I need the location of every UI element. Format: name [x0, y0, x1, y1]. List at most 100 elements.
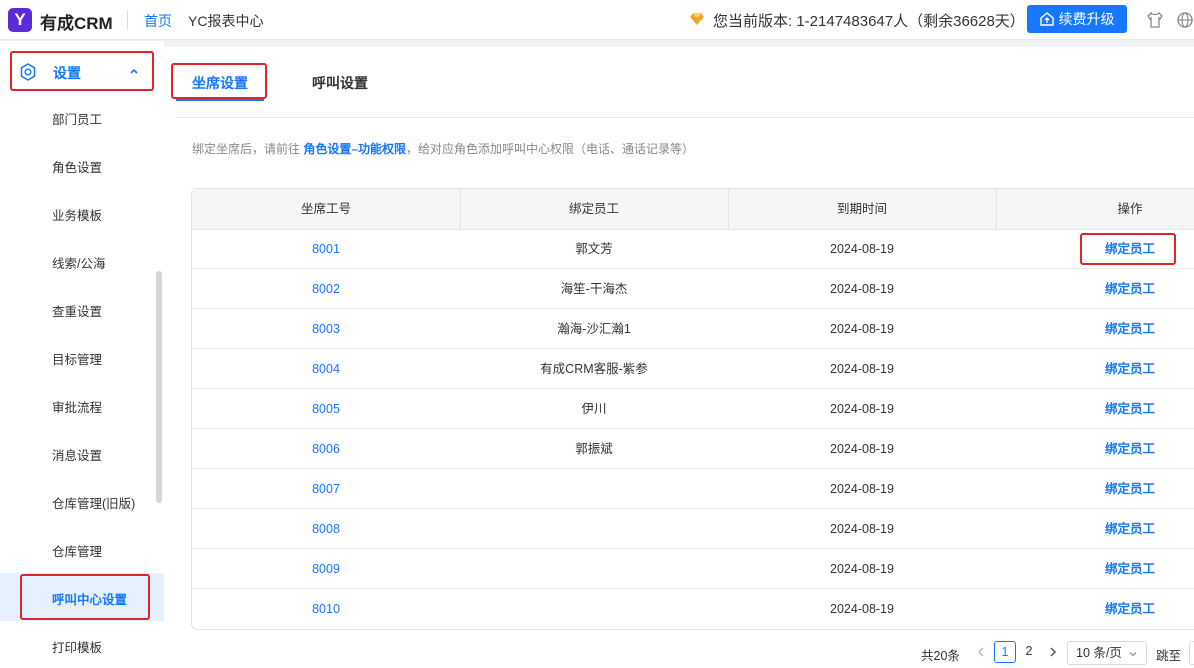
employee-name [460, 509, 728, 549]
bind-employee-link[interactable]: 绑定员工 [996, 589, 1194, 629]
chevron-left-icon[interactable] [974, 645, 988, 659]
hint-prefix: 绑定坐席后，请前往 [192, 142, 301, 156]
sidebar-item-warehouse-old[interactable]: 仓库管理(旧版) [52, 493, 135, 512]
seat-id-link[interactable]: 8002 [192, 269, 460, 309]
tab-seat-settings[interactable]: 坐席设置 [192, 73, 248, 93]
table-row: 8009 2024-08-19 绑定员工 [192, 549, 1194, 589]
sidebar-section-label: 设置 [53, 65, 81, 81]
tab-call-settings[interactable]: 呼叫设置 [312, 73, 368, 93]
seat-id-link[interactable]: 8010 [192, 589, 460, 629]
bind-employee-link[interactable]: 绑定员工 [996, 389, 1194, 429]
seat-id-link[interactable]: 8008 [192, 509, 460, 549]
hint-suffix: ，给对应角色添加呼叫中心权限（电话、通话记录等） [406, 142, 695, 156]
chevron-down-icon [1129, 652, 1137, 657]
table-row: 8001 郭文芳 2024-08-19 绑定员工 [192, 229, 1194, 269]
active-tab-indicator [176, 99, 264, 101]
seat-id-link[interactable]: 8007 [192, 469, 460, 509]
nav-home-link[interactable]: 首页 [144, 11, 172, 31]
column-header-seat-id: 坐席工号 [300, 202, 351, 216]
employee-name [460, 589, 728, 629]
expire-date: 2024-08-19 [830, 242, 894, 256]
expire-date: 2024-08-19 [830, 322, 894, 336]
bind-employee-link[interactable]: 绑定员工 [996, 269, 1194, 309]
seat-id-link[interactable]: 8006 [192, 429, 460, 469]
seat-id-link[interactable]: 8001 [192, 229, 460, 269]
table-row: 8007 2024-08-19 绑定员工 [192, 469, 1194, 509]
employee-name: 伊川 [581, 402, 607, 416]
expire-date: 2024-08-19 [830, 522, 894, 536]
column-header-action: 操作 [1117, 202, 1143, 216]
table-header: 坐席工号 绑定员工 到期时间 操作 [192, 189, 1194, 230]
seat-id-link[interactable]: 8004 [192, 349, 460, 389]
bind-employee-link[interactable]: 绑定员工 [996, 509, 1194, 549]
logo-icon[interactable]: Y [8, 8, 32, 32]
sidebar-scrollbar[interactable] [156, 271, 162, 503]
table-row: 8008 2024-08-19 绑定员工 [192, 509, 1194, 549]
brand-name[interactable]: 有成CRM [40, 9, 113, 34]
sidebar-item-goals[interactable]: 目标管理 [52, 349, 102, 368]
skin-icon[interactable] [1146, 11, 1164, 29]
jump-label: 跳至 [1156, 649, 1182, 663]
bind-employee-link[interactable]: 绑定员工 [996, 469, 1194, 509]
bind-employee-link[interactable]: 绑定员工 [996, 429, 1194, 469]
diamond-icon [690, 13, 704, 25]
employee-name: 海笙-干海杰 [560, 282, 628, 296]
highlight-box [1080, 233, 1176, 265]
expire-date: 2024-08-19 [830, 482, 894, 496]
expire-date: 2024-08-19 [830, 442, 894, 456]
gear-icon [20, 63, 36, 81]
home-upgrade-icon [1039, 12, 1054, 26]
page-size-value: 10 条/页 [1076, 646, 1122, 660]
employee-name: 有成CRM客服-紫参 [540, 362, 648, 376]
nav-report-center-link[interactable]: YC报表中心 [188, 11, 263, 31]
employee-name [460, 549, 728, 589]
table-row: 8010 2024-08-19 绑定员工 [192, 589, 1194, 629]
sidebar-item-leads-pool[interactable]: 线索/公海 [52, 253, 105, 272]
table-row: 8002 海笙-干海杰 2024-08-19 绑定员工 [192, 269, 1194, 309]
page-2-button[interactable]: 2 [1018, 641, 1040, 663]
chevron-right-icon[interactable] [1046, 645, 1060, 659]
seat-id-link[interactable]: 8005 [192, 389, 460, 429]
upgrade-button[interactable]: 续费升级 [1027, 5, 1127, 33]
expire-date: 2024-08-19 [830, 402, 894, 416]
page-size-select[interactable]: 10 条/页 [1067, 641, 1147, 665]
expire-date: 2024-08-19 [830, 562, 894, 576]
sidebar-item-print-templates[interactable]: 打印模板 [52, 637, 102, 656]
table-row: 8005 伊川 2024-08-19 绑定员工 [192, 389, 1194, 429]
upgrade-label: 续费升级 [1058, 11, 1115, 27]
sidebar-item-duplicate-check[interactable]: 查重设置 [52, 301, 102, 320]
table-row: 8004 有成CRM客服-紫参 2024-08-19 绑定员工 [192, 349, 1194, 389]
hint-text: 绑定坐席后，请前往 角色设置–功能权限，给对应角色添加呼叫中心权限（电话、通话记… [192, 140, 694, 157]
sidebar-item-roles[interactable]: 角色设置 [52, 157, 102, 176]
sidebar-item-warehouse[interactable]: 仓库管理 [52, 541, 102, 560]
sidebar-item-departments[interactable]: 部门员工 [52, 109, 102, 128]
column-header-expire: 到期时间 [836, 202, 887, 216]
globe-icon[interactable] [1176, 11, 1194, 29]
employee-name: 郭文芳 [575, 242, 613, 256]
divider [127, 10, 128, 30]
seat-id-link[interactable]: 8003 [192, 309, 460, 349]
column-header-employee: 绑定员工 [568, 202, 619, 216]
page-1-button[interactable]: 1 [994, 641, 1016, 663]
bind-employee-link[interactable]: 绑定员工 [996, 309, 1194, 349]
employee-name: 郭振斌 [575, 442, 613, 456]
sidebar-item-business-templates[interactable]: 业务模板 [52, 205, 102, 224]
sidebar-item-messages[interactable]: 消息设置 [52, 445, 102, 464]
role-permission-link[interactable]: 角色设置–功能权限 [303, 142, 406, 156]
employee-name [460, 469, 728, 509]
expire-date: 2024-08-19 [830, 602, 894, 616]
top-bar: Y 有成CRM 首页 YC报表中心 您当前版本: 1-2147483647人（剩… [0, 0, 1194, 40]
bind-employee-link[interactable]: 绑定员工 [996, 549, 1194, 589]
main-panel: 坐席设置 呼叫设置 绑定坐席后，请前往 角色设置–功能权限，给对应角色添加呼叫中… [164, 47, 1194, 668]
sidebar-item-call-center[interactable]: 呼叫中心设置 [52, 589, 127, 608]
sidebar-item-approval[interactable]: 审批流程 [52, 397, 102, 416]
table-row: 8003 瀚海-沙汇瀚1 2024-08-19 绑定员工 [192, 309, 1194, 349]
jump-page-input[interactable] [1189, 641, 1194, 665]
chevron-up-icon [130, 68, 138, 74]
seat-id-link[interactable]: 8009 [192, 549, 460, 589]
sidebar-section-settings[interactable]: 设置 [10, 51, 154, 91]
expire-date: 2024-08-19 [830, 362, 894, 376]
table-row: 8006 郭振斌 2024-08-19 绑定员工 [192, 429, 1194, 469]
employee-name: 瀚海-沙汇瀚1 [557, 322, 631, 336]
bind-employee-link[interactable]: 绑定员工 [996, 349, 1194, 389]
